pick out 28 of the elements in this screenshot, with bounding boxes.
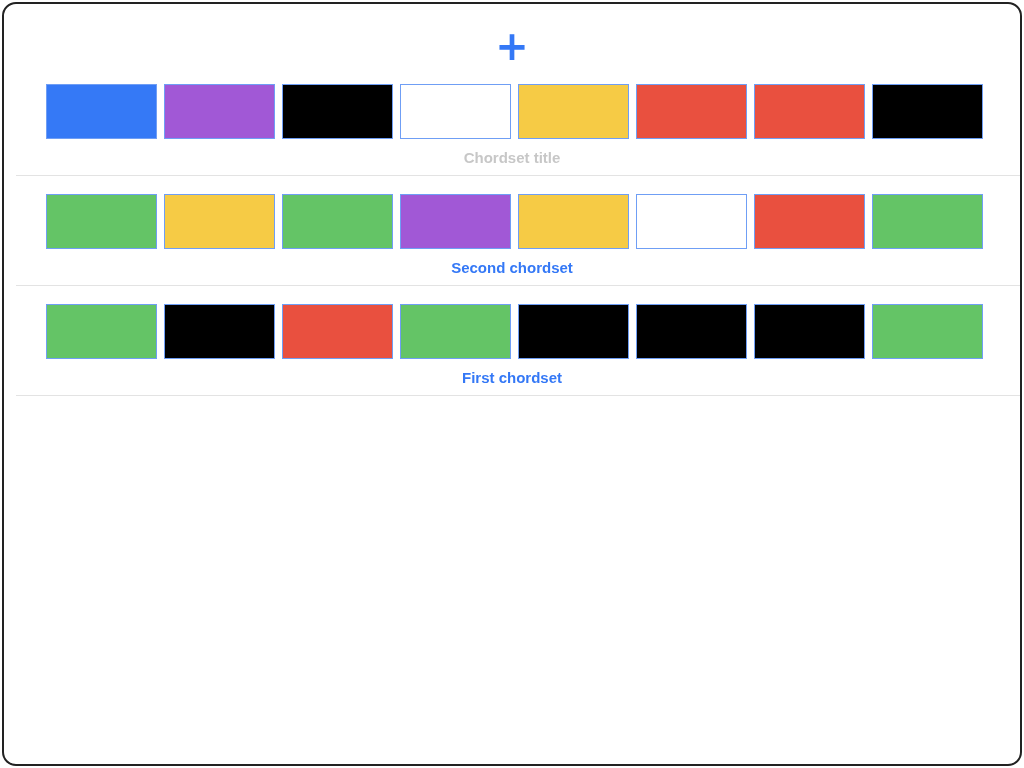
chord-swatch[interactable] <box>754 304 865 359</box>
chord-swatch[interactable] <box>636 84 747 139</box>
chord-swatch[interactable] <box>282 304 393 359</box>
chord-swatch[interactable] <box>46 84 157 139</box>
chord-swatch[interactable] <box>518 194 629 249</box>
chordset-title: First chordset <box>462 369 562 387</box>
chord-swatch[interactable] <box>400 304 511 359</box>
chord-swatch[interactable] <box>46 304 157 359</box>
chord-swatch[interactable] <box>636 194 747 249</box>
chord-swatch[interactable] <box>282 194 393 249</box>
chord-swatch[interactable] <box>872 84 983 139</box>
chord-swatch[interactable] <box>164 304 275 359</box>
chord-swatch[interactable] <box>754 84 865 139</box>
chord-swatch[interactable] <box>872 304 983 359</box>
chord-swatch[interactable] <box>636 304 747 359</box>
add-button[interactable]: + <box>491 26 533 66</box>
chord-swatch[interactable] <box>872 194 983 249</box>
chord-swatch[interactable] <box>754 194 865 249</box>
chordset-title: Second chordset <box>451 259 573 277</box>
chord-swatch[interactable] <box>164 194 275 249</box>
chord-swatch[interactable] <box>518 84 629 139</box>
chord-swatch[interactable] <box>400 84 511 139</box>
chord-swatch[interactable] <box>282 84 393 139</box>
chord-swatch[interactable] <box>400 194 511 249</box>
chord-swatch[interactable] <box>46 194 157 249</box>
chord-swatch[interactable] <box>164 84 275 139</box>
chord-swatch[interactable] <box>518 304 629 359</box>
chordset-title-field[interactable]: Chordset title <box>422 149 602 167</box>
